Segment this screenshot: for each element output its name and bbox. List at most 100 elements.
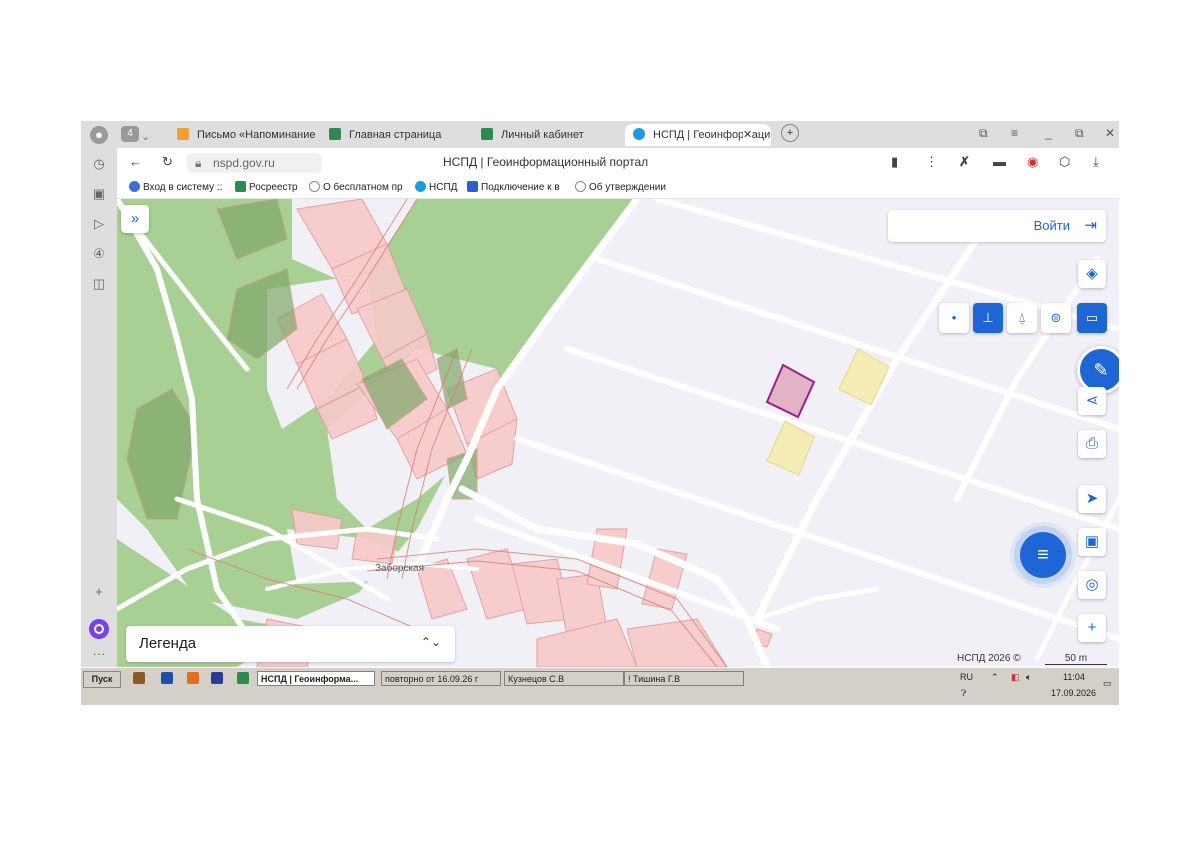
browser-sidebar: ● ◷ ▣ ▷ ④ ◫ + ··· <box>81 121 117 667</box>
taskbar-window-label: НСПД | Геоинформа... <box>261 674 359 684</box>
history-icon[interactable]: ◷ <box>90 155 108 173</box>
new-tab-icon[interactable]: + <box>781 124 799 142</box>
minimize-icon[interactable]: _ <box>1045 126 1052 140</box>
navigation-icon[interactable]: ➤ <box>1078 485 1106 513</box>
page-title: НСПД | Геоинформационный портал <box>443 155 649 169</box>
login-button[interactable]: Войти ⇥ <box>888 210 1106 242</box>
rosreestr-icon <box>481 128 493 140</box>
bookmark-item[interactable]: Росреестр <box>235 181 298 193</box>
tab-mail[interactable]: Письмо «Напоминание о <box>177 124 317 146</box>
profile-icon[interactable]: ● <box>90 126 108 144</box>
bookmark-label: Вход в систему :: <box>143 182 223 193</box>
extension-icon[interactable]: ▬ <box>993 154 1006 169</box>
layers-button[interactable]: ◈ <box>1078 260 1106 288</box>
close-window-icon[interactable]: ✕ <box>1105 126 1115 140</box>
tab-label: Личный кабинет <box>501 129 584 141</box>
globe-icon <box>575 181 586 192</box>
clock-date[interactable]: 17.09.2026 <box>1051 688 1096 698</box>
bookmark-label: Подключение к в <box>481 182 560 193</box>
chevron-down-icon[interactable]: ⌄ <box>141 126 150 148</box>
ruler-icon[interactable]: ▭ <box>1077 303 1107 333</box>
globe-icon <box>309 181 320 192</box>
distance-tool-icon[interactable]: ⊥ <box>973 303 1003 333</box>
collections-icon[interactable]: ▣ <box>90 185 108 203</box>
volume-icon[interactable]: 🔈︎ <box>1026 672 1031 683</box>
close-tab-icon[interactable]: ✕ <box>743 124 753 146</box>
zoom-in-button[interactable]: + <box>1078 614 1106 642</box>
reload-icon[interactable]: ↻ <box>162 154 173 170</box>
screenshot-frame: ● ◷ ▣ ▷ ④ ◫ + ··· 4 ⌄ Письмо «Напоминани… <box>81 121 1119 705</box>
tray-expand-icon[interactable]: ⌃ <box>991 672 999 683</box>
desktop-icon[interactable]: ▭ <box>1103 678 1112 689</box>
taskbar: Пуск НСПД | Геоинформа... повторно от 16… <box>81 667 1119 705</box>
download-icon[interactable]: ⤓ <box>1093 154 1099 170</box>
extension-icon[interactable]: ✗ <box>959 154 970 170</box>
tab-label: Письмо «Напоминание о <box>197 129 317 141</box>
map-canvas[interactable] <box>117 199 1119 667</box>
bookmark-label: Об утверждении <box>589 182 666 193</box>
bookmark-item[interactable]: НСПД <box>415 181 457 193</box>
chat-button[interactable]: ≡ <box>1020 532 1066 578</box>
area-tool-icon[interactable]: ⍙ <box>1007 303 1037 333</box>
help-icon[interactable]: ❓︎ <box>961 688 966 699</box>
bookmark-item[interactable]: Об утверждении <box>575 181 666 193</box>
print-icon[interactable]: ⎙ <box>1078 430 1106 458</box>
tab-personal-cabinet[interactable]: Личный кабинет <box>481 124 621 146</box>
extension-icon[interactable]: ◉ <box>1027 154 1038 170</box>
tab-main-page[interactable]: Главная страница <box>329 124 469 146</box>
more-icon[interactable]: ··· <box>90 645 108 663</box>
extension-icon[interactable]: ⬡ <box>1059 154 1070 170</box>
search-location-icon[interactable]: ◎ <box>1078 571 1106 599</box>
add-icon[interactable]: + <box>90 583 108 601</box>
bookmarks-bar: Вход в систему :: Росреестр О бесплатном… <box>117 178 1119 199</box>
rosreestr-icon <box>329 128 341 140</box>
start-button[interactable]: Пуск <box>83 671 121 688</box>
tabs-count-icon[interactable]: ④ <box>90 245 108 263</box>
point-tool-icon[interactable]: • <box>939 303 969 333</box>
photoshop-icon[interactable] <box>161 672 173 684</box>
gear-icon <box>129 181 140 192</box>
bookmark-icon[interactable]: ▮ <box>891 154 898 170</box>
bookmark-item[interactable]: Вход в систему :: <box>129 181 222 193</box>
circle-tool-icon[interactable]: ⊜ <box>1041 303 1071 333</box>
play-icon[interactable]: ▷ <box>90 215 108 233</box>
url-text: nspd.gov.ru <box>213 156 275 170</box>
screenshot-icon[interactable]: ◫ <box>90 275 108 293</box>
menu-icon[interactable]: ≡ <box>1011 126 1018 140</box>
bookmark-item[interactable]: Подключение к в <box>467 181 560 193</box>
taskbar-window-label: ! Тишина Г.В <box>628 674 681 684</box>
scale-bar: 50 m <box>1045 653 1107 665</box>
selected-parcel[interactable] <box>765 363 816 419</box>
share-icon[interactable]: ⋖ <box>1078 387 1106 415</box>
library-icon[interactable] <box>133 672 145 684</box>
more-vert-icon[interactable]: ⋮ <box>925 154 938 170</box>
street-label: Заборская <box>375 563 425 574</box>
alice-icon[interactable] <box>89 619 109 639</box>
clock-time[interactable]: 11:04 <box>1063 672 1085 682</box>
excel-icon[interactable] <box>237 672 249 684</box>
taskbar-window-nspd[interactable]: НСПД | Геоинформа... <box>257 671 375 686</box>
bookmark-label: Росреестр <box>249 182 298 193</box>
minimap-icon[interactable]: ▣ <box>1078 528 1106 556</box>
taskbar-window-folder[interactable]: ! Тишина Г.В <box>624 671 744 686</box>
legend-dropdown[interactable]: Легенда ⌃⌄ <box>126 626 455 662</box>
language-indicator[interactable]: RU <box>960 672 973 682</box>
copyright: НСПД 2026 © <box>957 653 1021 664</box>
nspd-icon <box>633 128 645 140</box>
bookmarks-panel-icon[interactable]: ⧉ <box>979 126 988 141</box>
rosreestr-icon <box>235 181 246 192</box>
expand-panel-button[interactable]: » <box>121 205 149 233</box>
restore-icon[interactable]: ⧉ <box>1075 126 1084 141</box>
taskbar-window-folder[interactable]: Кузнецов С.В <box>504 671 624 686</box>
back-icon[interactable]: ← <box>129 154 142 169</box>
taskbar-window-folder[interactable]: повторно от 16.09.26 г <box>381 671 501 686</box>
security-icon[interactable]: ◧ <box>1011 672 1020 683</box>
map-view[interactable]: » Войти ⇥ ◈ • ⊥ ⍙ ⊜ ▭ ✎ ⋖ ⎙ ➤ ▣ ◎ + ≡ Ле… <box>117 199 1119 667</box>
nspd-icon <box>415 181 426 192</box>
illustrator-icon[interactable] <box>187 672 199 684</box>
save-icon[interactable] <box>211 672 223 684</box>
url-field[interactable]: 🔒︎ nspd.gov.ru <box>187 153 322 173</box>
bookmark-item[interactable]: О бесплатном пр <box>309 181 403 193</box>
login-icon: ⇥ <box>1084 217 1097 234</box>
tab-count-badge[interactable]: 4 <box>121 126 139 142</box>
